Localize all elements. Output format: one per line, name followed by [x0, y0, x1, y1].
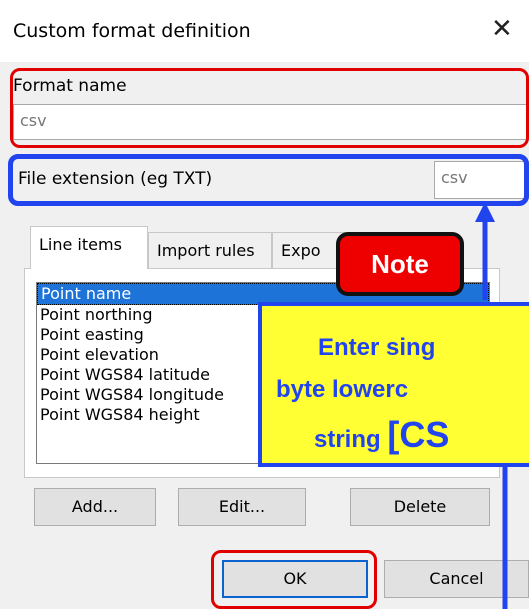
- ok-highlight: [211, 550, 377, 609]
- dialog-title: Custom format definition: [13, 20, 251, 42]
- note-line-3-emph: [CS: [387, 414, 450, 455]
- note-line-2: byte lowerc: [276, 376, 409, 403]
- note-callout-text: Enter sing byte lowerc string [CS: [258, 302, 529, 467]
- file-extension-highlight: [8, 154, 529, 206]
- cancel-button[interactable]: Cancel: [384, 560, 529, 598]
- note-badge: Note: [336, 232, 464, 296]
- add-button[interactable]: Add...: [34, 488, 156, 526]
- note-line-3: string [CS: [314, 414, 449, 456]
- delete-button[interactable]: Delete: [350, 488, 490, 526]
- tab-import-rules[interactable]: Import rules: [148, 232, 272, 268]
- close-icon[interactable]: ✕: [491, 16, 513, 42]
- note-line-1: Enter sing: [318, 334, 436, 361]
- format-name-highlight: [10, 68, 529, 148]
- edit-button[interactable]: Edit...: [178, 488, 306, 526]
- tab-line-items[interactable]: Line items: [30, 226, 148, 269]
- title-bar: Custom format definition ✕: [0, 0, 529, 62]
- note-line-3-prefix: string: [314, 426, 388, 453]
